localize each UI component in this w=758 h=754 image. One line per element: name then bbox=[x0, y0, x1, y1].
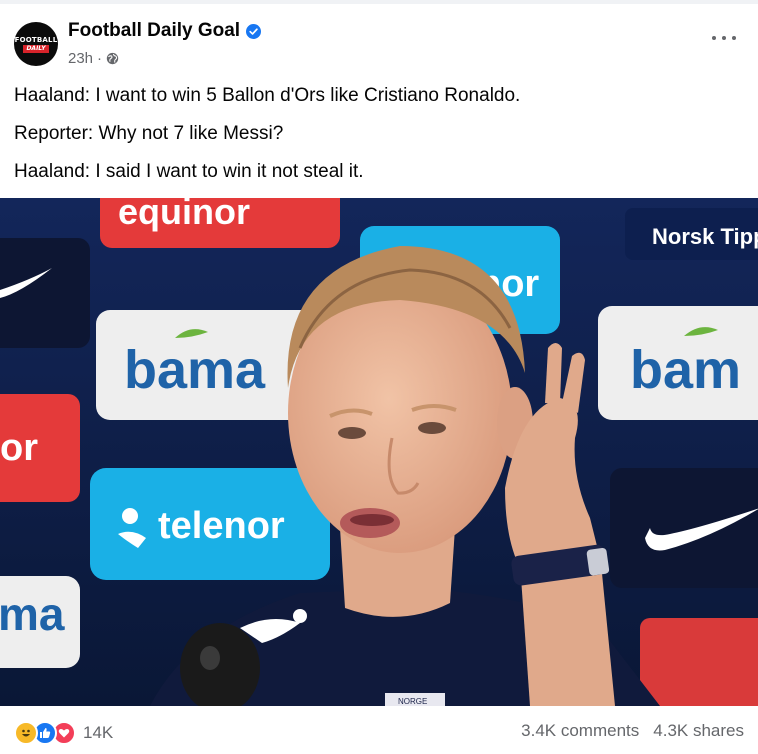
post-line-1: Haaland: I want to win 5 Ballon d'Ors li… bbox=[14, 85, 521, 106]
verified-badge-icon bbox=[246, 23, 262, 39]
svg-text:bam: bam bbox=[630, 340, 741, 400]
avatar-text-top: FOOTBALL bbox=[14, 35, 58, 44]
post-photo[interactable]: equinor Norsk Tipp nor bama bam or telen… bbox=[0, 198, 758, 706]
timestamp-link[interactable]: 23h bbox=[68, 50, 93, 67]
engagement-stats: 3.4K comments 4.3K shares bbox=[521, 721, 744, 741]
top-divider bbox=[0, 0, 758, 4]
sponsor-equinor: equinor bbox=[100, 198, 340, 248]
reactions-summary[interactable]: 14K bbox=[14, 721, 113, 745]
sponsor-bama-right: bam bbox=[598, 306, 758, 420]
post-footer: 14K 3.4K comments 4.3K shares bbox=[14, 718, 744, 748]
post-header: FOOTBALL DAILY Football Daily Goal 23h · bbox=[14, 16, 744, 68]
svg-text:ma: ma bbox=[0, 588, 65, 640]
globe-icon[interactable] bbox=[106, 52, 119, 65]
reaction-count: 14K bbox=[83, 723, 114, 742]
sponsor-bama-left: bama bbox=[96, 310, 316, 420]
press-conference-image: equinor Norsk Tipp nor bama bam or telen… bbox=[0, 198, 758, 706]
facebook-post: FOOTBALL DAILY Football Daily Goal 23h ·… bbox=[0, 0, 758, 754]
more-options-icon[interactable] bbox=[712, 30, 736, 46]
page-avatar[interactable]: FOOTBALL DAILY bbox=[14, 22, 58, 66]
svg-text:or: or bbox=[0, 427, 38, 469]
page-name-link[interactable]: Football Daily Goal bbox=[68, 20, 240, 42]
nike-logo-right bbox=[610, 468, 758, 588]
sponsor-bama-bottom-left: ma bbox=[0, 576, 80, 668]
svg-text:telenor: telenor bbox=[158, 505, 285, 547]
shares-count-link[interactable]: 4.3K shares bbox=[653, 721, 744, 741]
meta-separator: · bbox=[97, 50, 103, 67]
svg-text:NORGE: NORGE bbox=[398, 697, 427, 706]
svg-text:Norsk Tipp: Norsk Tipp bbox=[652, 224, 758, 249]
sponsor-telenor-left: telenor bbox=[90, 468, 330, 580]
avatar-text-bottom: DAILY bbox=[23, 44, 49, 53]
post-text: Haaland: I want to win 5 Ballon d'Ors li… bbox=[14, 84, 744, 198]
nike-logo-left bbox=[0, 238, 90, 348]
post-meta: 23h · bbox=[68, 50, 119, 67]
sponsor-norsk-tipping: Norsk Tipp bbox=[625, 208, 758, 260]
haha-reaction-icon bbox=[14, 721, 38, 745]
post-line-3: Haaland: I said I want to win it not ste… bbox=[14, 161, 364, 182]
post-line-2: Reporter: Why not 7 like Messi? bbox=[14, 123, 284, 144]
svg-text:bama: bama bbox=[124, 340, 266, 400]
sponsor-red-bottom-right bbox=[640, 618, 758, 706]
comments-count-link[interactable]: 3.4K comments bbox=[521, 721, 639, 741]
name-row: Football Daily Goal bbox=[68, 20, 262, 42]
svg-text:equinor: equinor bbox=[118, 198, 250, 232]
sponsor-equinor-left: or bbox=[0, 394, 80, 502]
